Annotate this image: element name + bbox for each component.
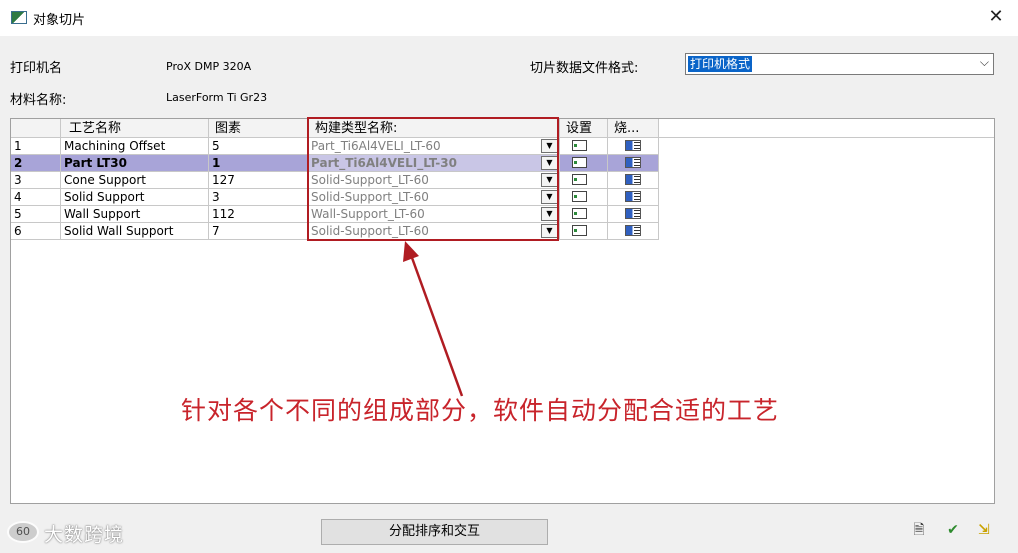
row-settings-cell[interactable] bbox=[560, 223, 608, 240]
col-header-index bbox=[11, 119, 61, 138]
grid-header-filler bbox=[659, 119, 994, 138]
burn-icon[interactable] bbox=[625, 140, 641, 151]
burn-icon[interactable] bbox=[625, 157, 641, 168]
printer-value: ProX DMP 320A bbox=[166, 60, 252, 73]
material-label: 材料名称: bbox=[10, 93, 67, 108]
row-element-count: 1 bbox=[209, 155, 308, 172]
burn-icon[interactable] bbox=[625, 174, 641, 185]
watermark-badge: 60 bbox=[7, 521, 39, 543]
row-index: 6 bbox=[11, 223, 61, 240]
row-index: 5 bbox=[11, 206, 61, 223]
close-button[interactable]: ✕ bbox=[984, 5, 1008, 29]
row-settings-cell[interactable] bbox=[560, 155, 608, 172]
burn-icon[interactable] bbox=[625, 191, 641, 202]
row-process-name: Solid Wall Support bbox=[61, 223, 209, 240]
row-process-name: Solid Support bbox=[61, 189, 209, 206]
row-burn-cell[interactable] bbox=[608, 155, 659, 172]
slice-window-icon bbox=[11, 11, 27, 24]
window-title: 对象切片 bbox=[33, 13, 86, 28]
col-header-elements[interactable]: 图素 bbox=[209, 119, 308, 138]
row-settings-cell[interactable] bbox=[560, 206, 608, 223]
row-settings-cell[interactable] bbox=[560, 138, 608, 155]
row-burn-cell[interactable] bbox=[608, 223, 659, 240]
row-index: 3 bbox=[11, 172, 61, 189]
row-burn-cell[interactable] bbox=[608, 189, 659, 206]
watermark-text: 大数跨境 bbox=[44, 524, 125, 546]
row-element-count: 112 bbox=[209, 206, 308, 223]
burn-icon[interactable] bbox=[625, 225, 641, 236]
row-process-name: Wall Support bbox=[61, 206, 209, 223]
row-element-count: 5 bbox=[209, 138, 308, 155]
row-element-count: 127 bbox=[209, 172, 308, 189]
slice-format-select[interactable]: 打印机格式 ⌵ bbox=[685, 53, 994, 75]
assign-order-button[interactable]: 分配排序和交互 bbox=[321, 519, 548, 545]
col-header-settings[interactable]: 设置 bbox=[560, 119, 608, 138]
col-header-burn[interactable]: 烧... bbox=[608, 119, 659, 138]
settings-grid-icon[interactable] bbox=[572, 157, 587, 168]
row-burn-cell[interactable] bbox=[608, 206, 659, 223]
row-settings-cell[interactable] bbox=[560, 189, 608, 206]
annotation-highlight-box bbox=[307, 117, 559, 241]
row-process-name: Part LT30 bbox=[61, 155, 209, 172]
row-element-count: 3 bbox=[209, 189, 308, 206]
printer-label: 打印机名 bbox=[10, 61, 63, 76]
row-index: 2 bbox=[11, 155, 61, 172]
settings-grid-icon[interactable] bbox=[572, 191, 587, 202]
slice-format-label: 切片数据文件格式: bbox=[530, 61, 639, 76]
settings-grid-icon[interactable] bbox=[572, 174, 587, 185]
row-index: 1 bbox=[11, 138, 61, 155]
check-icon[interactable]: ✔ bbox=[944, 521, 962, 539]
exit-icon[interactable]: ⇲ bbox=[975, 521, 993, 539]
title-bar: 对象切片 ✕ bbox=[0, 0, 1018, 36]
annotation-text: 针对各个不同的组成部分，软件自动分配合适的工艺 bbox=[181, 396, 780, 425]
row-element-count: 7 bbox=[209, 223, 308, 240]
material-value: LaserForm Ti Gr23 bbox=[166, 91, 268, 104]
settings-grid-icon[interactable] bbox=[572, 208, 587, 219]
burn-icon[interactable] bbox=[625, 208, 641, 219]
settings-grid-icon[interactable] bbox=[572, 225, 587, 236]
chevron-down-icon: ⌵ bbox=[979, 55, 989, 69]
row-index: 4 bbox=[11, 189, 61, 206]
row-process-name: Machining Offset bbox=[61, 138, 209, 155]
row-burn-cell[interactable] bbox=[608, 138, 659, 155]
settings-grid-icon[interactable] bbox=[572, 140, 587, 151]
row-burn-cell[interactable] bbox=[608, 172, 659, 189]
row-process-name: Cone Support bbox=[61, 172, 209, 189]
row-settings-cell[interactable] bbox=[560, 172, 608, 189]
slice-format-value: 打印机格式 bbox=[688, 56, 753, 72]
col-header-process-name[interactable]: 工艺名称 bbox=[61, 119, 209, 138]
document-icon[interactable]: 🗎 bbox=[910, 521, 928, 539]
